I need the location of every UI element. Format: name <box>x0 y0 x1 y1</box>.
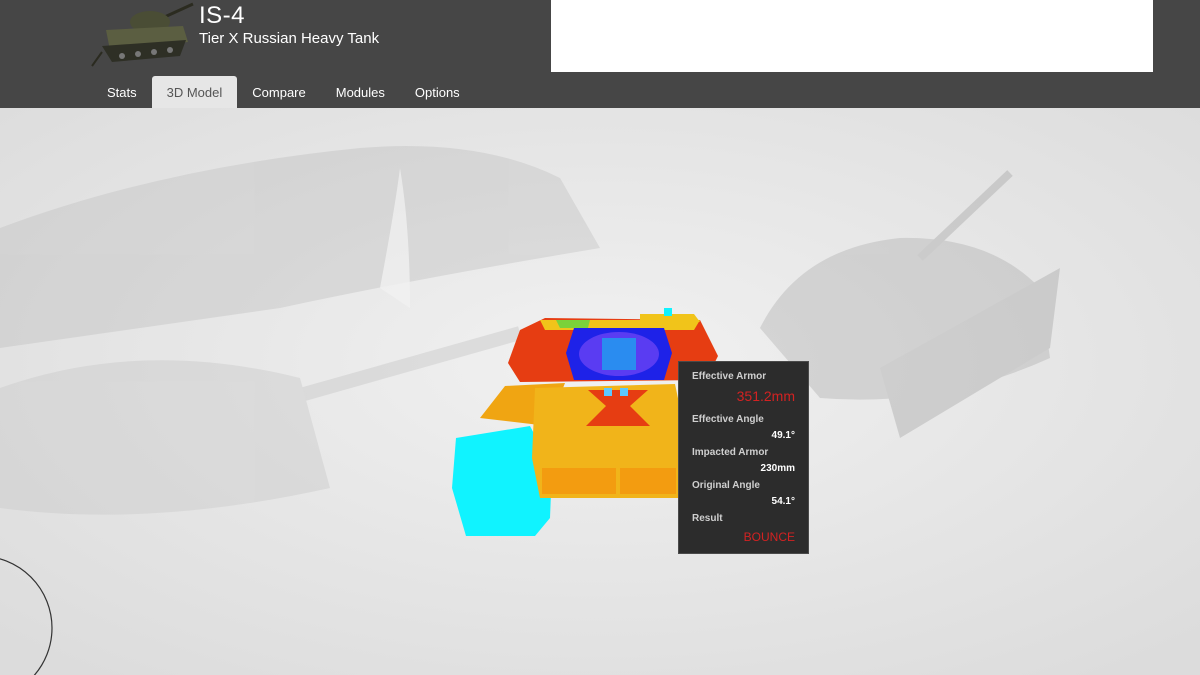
tank-thumbnail-icon <box>91 2 194 67</box>
vision-port <box>604 388 612 396</box>
effective-angle-label: Effective Angle <box>692 414 764 425</box>
tab-bar: Stats 3D Model Compare Modules Options <box>92 76 475 108</box>
tank-subtitle: Tier X Russian Heavy Tank <box>199 30 380 47</box>
result-label: Result <box>692 513 723 524</box>
tab-modules[interactable]: Modules <box>321 76 400 108</box>
tank-name: IS-4 <box>199 2 246 29</box>
armor-model-viewport[interactable] <box>0 108 1200 675</box>
result-value: BOUNCE <box>743 530 795 544</box>
cupola-port <box>664 308 672 316</box>
ad-banner <box>551 0 1153 72</box>
tab-3d-model[interactable]: 3D Model <box>151 76 238 108</box>
effective-angle-value: 49.1° <box>771 430 795 441</box>
hull-panel-left <box>542 468 616 494</box>
turret-roof-green <box>556 320 590 328</box>
app-header: IS-4 Tier X Russian Heavy Tank Stats 3D … <box>0 0 1200 108</box>
hull-panel-right <box>620 468 676 494</box>
impacted-armor-value: 230mm <box>760 463 795 474</box>
tab-stats[interactable]: Stats <box>92 76 152 108</box>
tab-options[interactable]: Options <box>400 76 475 108</box>
vision-port <box>620 388 628 396</box>
armor-tooltip: Effective Armor 351.2mm Effective Angle … <box>678 361 809 554</box>
original-angle-value: 54.1° <box>771 496 795 507</box>
tab-compare[interactable]: Compare <box>237 76 320 108</box>
effective-armor-value: 351.2mm <box>736 388 795 404</box>
gun-barrel-face <box>602 338 636 370</box>
impacted-armor-label: Impacted Armor <box>692 447 769 458</box>
effective-armor-label: Effective Armor <box>692 371 767 382</box>
original-angle-label: Original Angle <box>692 480 760 491</box>
